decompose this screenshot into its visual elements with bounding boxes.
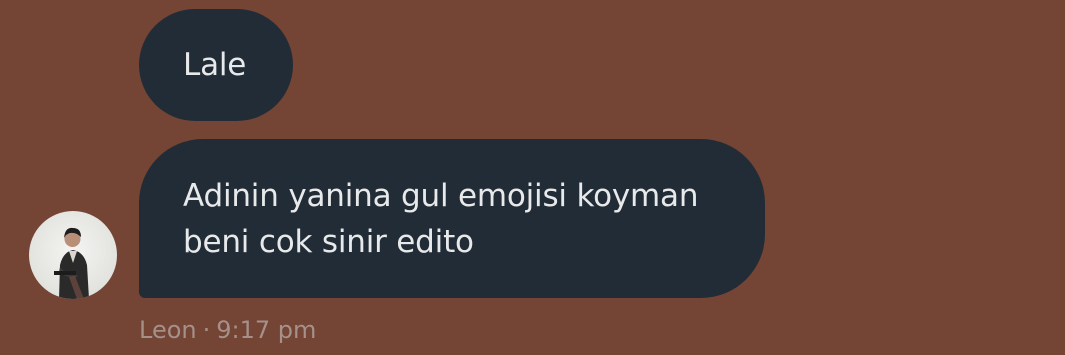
message-meta: Leon · 9:17 pm xyxy=(139,313,316,347)
meta-separator: · xyxy=(202,316,211,344)
message-bubble[interactable]: Adinin yanina gul emojisi koyman beni co… xyxy=(139,139,765,298)
person-photo-avatar-icon xyxy=(54,227,89,299)
sender-name[interactable]: Leon xyxy=(139,316,197,344)
message-timestamp[interactable]: 9:17 pm xyxy=(216,316,316,344)
avatar[interactable] xyxy=(29,211,117,299)
message-text: Lale xyxy=(183,47,247,83)
message-bubble[interactable]: Lale xyxy=(139,9,293,121)
message-text: Adinin yanina gul emojisi koyman beni co… xyxy=(183,178,699,260)
